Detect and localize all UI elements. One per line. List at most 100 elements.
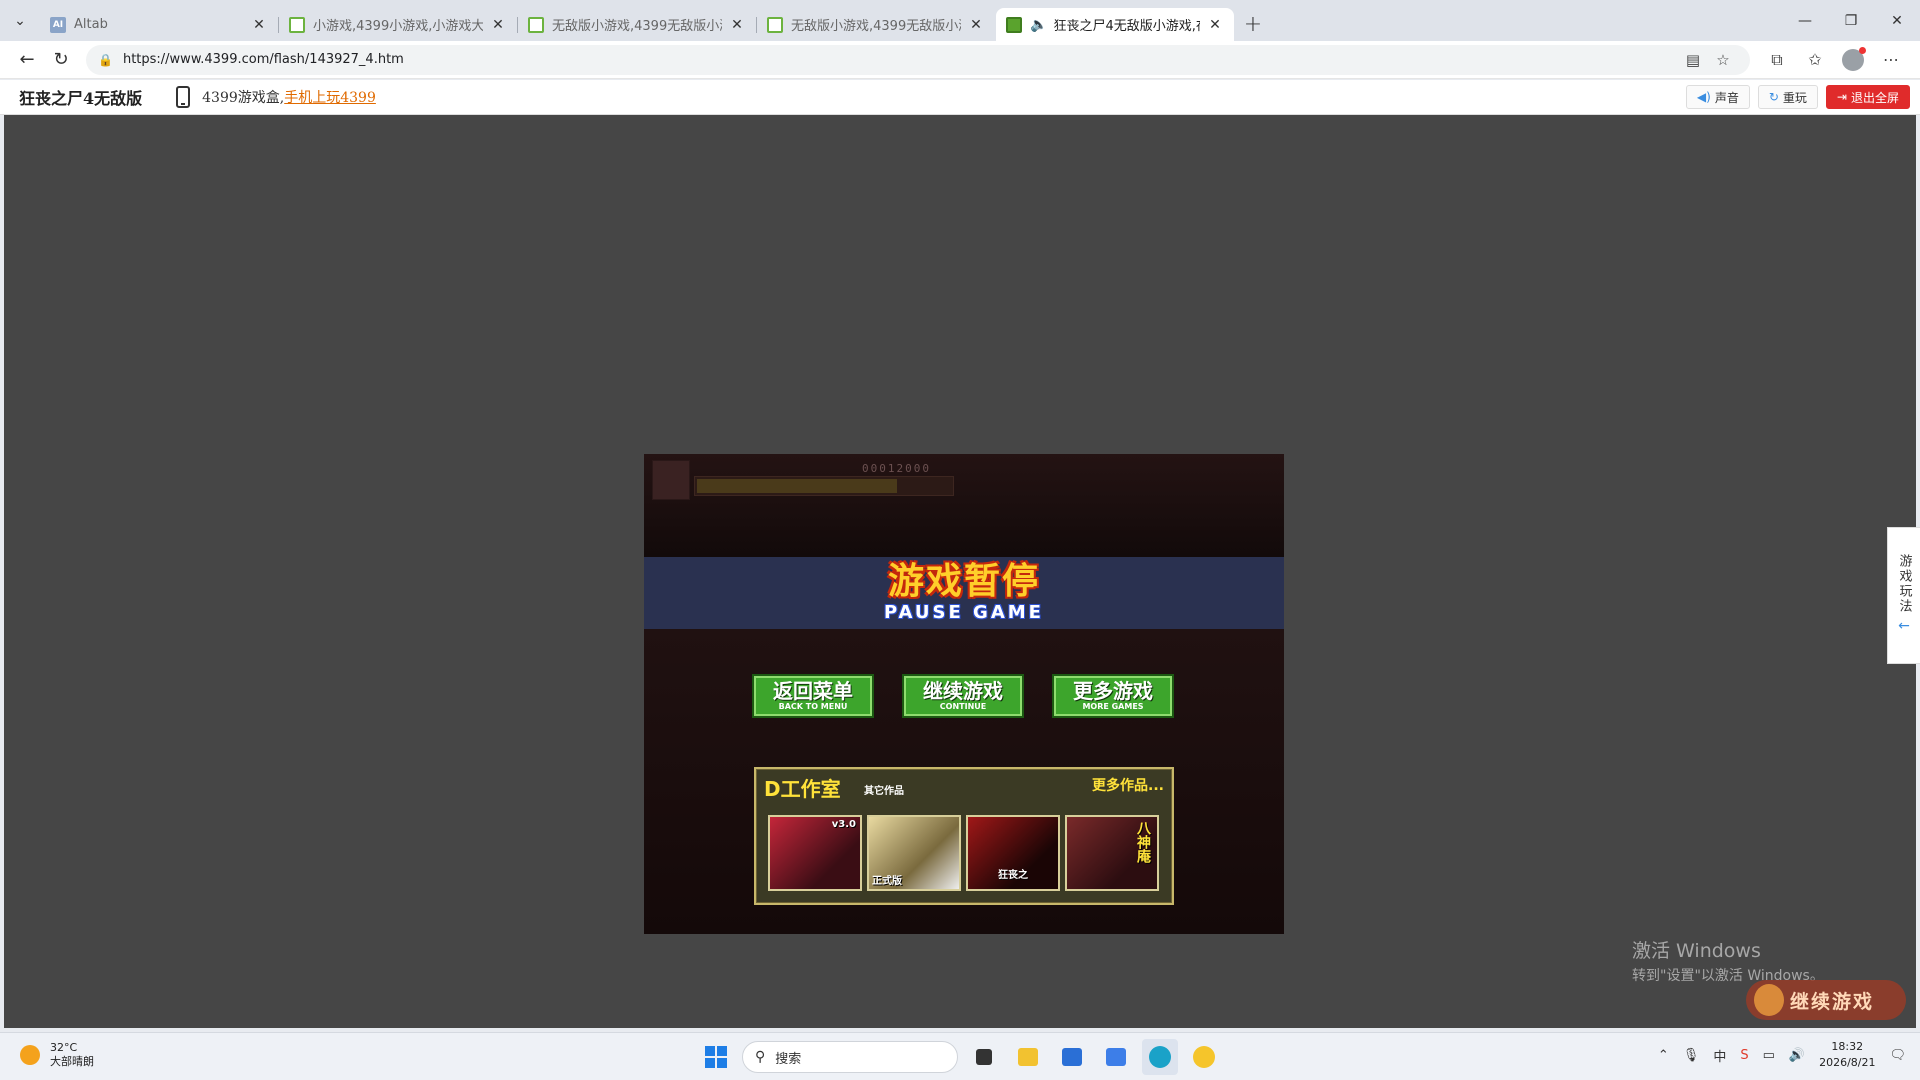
tab-close-icon[interactable]: ✕ xyxy=(1206,17,1224,33)
browser-tab[interactable]: AI Altab ✕ xyxy=(40,8,278,41)
game-scene-top xyxy=(644,454,1284,557)
activation-watermark: 激活 Windows 转到"设置"以激活 Windows。 xyxy=(1632,940,1824,984)
tab-close-icon[interactable]: ✕ xyxy=(967,17,985,33)
exit-fullscreen-button[interactable]: ⇥ 退出全屏 xyxy=(1825,85,1910,109)
volume-icon[interactable]: 🔊 xyxy=(1789,1048,1805,1063)
health-bar xyxy=(694,476,954,496)
profile-avatar[interactable] xyxy=(1842,46,1866,71)
game-app-icon[interactable] xyxy=(1186,1039,1222,1075)
mascot-icon xyxy=(1754,984,1784,1016)
start-windows-icon[interactable] xyxy=(698,1039,734,1075)
speaker-icon: ◀) xyxy=(1696,90,1711,104)
reader-mode-icon[interactable]: ▤ xyxy=(1678,51,1708,69)
close-window-icon[interactable]: ✕ xyxy=(1874,0,1920,41)
game-thumbnail[interactable]: 正式版 xyxy=(867,815,961,891)
task-view-icon[interactable] xyxy=(966,1039,1002,1075)
tab-actions-chevron-icon[interactable]: ⌄ xyxy=(0,0,40,41)
exit-icon: ⇥ xyxy=(1836,90,1847,104)
hud-score: 00012000 xyxy=(862,462,931,475)
extensions-icon[interactable]: ⧉ xyxy=(1758,45,1796,75)
edge-browser-icon[interactable] xyxy=(1142,1039,1178,1075)
arrow-left-icon: ← xyxy=(1898,618,1910,634)
tab-close-icon[interactable]: ✕ xyxy=(728,17,746,33)
search-icon: ⚲ xyxy=(755,1049,766,1065)
restore-icon[interactable]: ❐ xyxy=(1828,0,1874,41)
network-icon[interactable]: ▭ xyxy=(1763,1048,1775,1063)
continue-game-float-button[interactable]: 继续游戏 xyxy=(1746,980,1906,1020)
grid-icon xyxy=(1006,16,1022,33)
browser-toolbar: ← ↻ 🔒 https://www.4399.com/flash/143927_… xyxy=(0,41,1920,79)
new-tab-plus-icon[interactable]: + xyxy=(1235,8,1271,41)
microphone-icon[interactable]: 🎙 xyxy=(1683,1048,1700,1063)
more-options-icon[interactable]: ⋯ xyxy=(1872,45,1910,75)
browser-tab[interactable]: 无敌版小游戏,4399无敌版小游戏,无 ✕ xyxy=(517,8,756,41)
input-method-icon[interactable]: 中 xyxy=(1713,1046,1726,1065)
weather-temp: 32°C xyxy=(50,1041,78,1054)
continue-button[interactable]: 继续游戏 CONTINUE xyxy=(902,674,1024,718)
game-thumbnail[interactable]: 八神庵 xyxy=(1065,815,1159,891)
player-portrait xyxy=(652,460,690,500)
game-stage: 00012000 游戏暂停 PAUSE GAME 返回菜单 BACK TO ME… xyxy=(4,115,1916,1028)
studio-title: D工作室 xyxy=(764,777,841,801)
clock[interactable]: 18:32 2026/8/21 xyxy=(1819,1039,1875,1071)
phone-icon xyxy=(176,86,191,108)
tab-close-icon[interactable]: ✕ xyxy=(250,17,268,33)
game-help-tab[interactable]: 游戏玩法 ← xyxy=(1887,527,1920,664)
system-tray: ⌃ 🎙 中 S ▭ 🔊 18:32 2026/8/21 🗨 xyxy=(1658,1039,1906,1071)
sound-label: 声音 xyxy=(1714,90,1739,105)
tab-title: Altab xyxy=(74,17,108,32)
pause-title-cn: 游戏暂停 xyxy=(887,561,1040,602)
mobile-promo-link[interactable]: 手机上玩4399 xyxy=(284,87,376,107)
search-placeholder: 搜索 xyxy=(775,1051,802,1067)
weather-widget[interactable]: 32°C 大部晴朗 xyxy=(20,1041,94,1069)
sound-button[interactable]: ◀) 声音 xyxy=(1685,85,1750,109)
browser-tab[interactable]: 小游戏,4399小游戏,小游戏大全,双 ✕ xyxy=(278,8,517,41)
more-works-link[interactable]: 更多作品... xyxy=(1092,775,1164,795)
file-explorer-icon[interactable] xyxy=(1010,1039,1046,1075)
replay-button[interactable]: ↻ 重玩 xyxy=(1757,85,1818,109)
grid-icon xyxy=(767,16,783,33)
favorites-icon[interactable]: ✩ xyxy=(1796,45,1834,75)
browser-tab[interactable]: 无敌版小游戏,4399无敌版小游戏,无 ✕ xyxy=(756,8,995,41)
game-thumbnail[interactable]: v3.0 xyxy=(768,815,862,891)
back-to-menu-button[interactable]: 返回菜单 BACK TO MENU xyxy=(752,674,874,718)
whiteboard-icon[interactable] xyxy=(1098,1039,1134,1075)
tab-title: 无敌版小游戏,4399无敌版小游戏,无 xyxy=(791,19,961,34)
game-page-header: 狂丧之尸4无敌版 4399游戏盒, 手机上玩4399 ◀) 声音 ↻ 重玩 ⇥ … xyxy=(0,80,1920,115)
tab-strip: ⌄ AI Altab ✕ 小游戏,4399小游戏,小游戏大全,双 ✕ 无敌版小游… xyxy=(0,0,1920,41)
refresh-icon[interactable]: ↻ xyxy=(44,45,78,75)
chevron-up-icon[interactable]: ⌃ xyxy=(1658,1048,1669,1063)
tab-title: 无敌版小游戏,4399无敌版小游戏,无 xyxy=(552,19,722,34)
antivirus-icon[interactable]: S xyxy=(1740,1048,1748,1063)
tab-title: 狂丧之尸4无敌版小游戏,在线玩 xyxy=(1053,19,1200,34)
url-text[interactable]: https://www.4399.com/flash/143927_4.htm xyxy=(123,52,1678,67)
grid-icon xyxy=(528,16,544,33)
game-canvas[interactable]: 00012000 游戏暂停 PAUSE GAME 返回菜单 BACK TO ME… xyxy=(644,454,1284,934)
minimize-icon[interactable]: — xyxy=(1782,0,1828,41)
notification-icon[interactable]: 🗨 xyxy=(1889,1048,1906,1063)
game-title: 狂丧之尸4无敌版 xyxy=(19,89,143,108)
store-icon[interactable] xyxy=(1054,1039,1090,1075)
lock-icon[interactable]: 🔒 xyxy=(98,53,113,67)
taskbar: 32°C 大部晴朗 ⚲ 搜索 ⌃ 🎙 中 S ▭ 🔊 18:32 2026/8/… xyxy=(0,1032,1920,1080)
tab-close-icon[interactable]: ✕ xyxy=(489,17,507,33)
browser-tab-active[interactable]: 🔈 狂丧之尸4无敌版小游戏,在线玩 ✕ xyxy=(996,8,1234,41)
taskbar-search[interactable]: ⚲ 搜索 xyxy=(742,1041,958,1073)
help-label: 游戏玩法 xyxy=(1896,554,1912,614)
window-controls: — ❐ ✕ xyxy=(1782,0,1920,41)
speaker-icon[interactable]: 🔈 xyxy=(1030,17,1047,33)
replay-icon: ↻ xyxy=(1768,90,1779,104)
address-bar[interactable]: 🔒 https://www.4399.com/flash/143927_4.ht… xyxy=(86,44,1750,75)
weather-sun-icon xyxy=(20,1045,40,1065)
more-games-button[interactable]: 更多游戏 MORE GAMES xyxy=(1052,674,1174,718)
pause-title-en: PAUSE GAME xyxy=(884,602,1044,623)
pause-banner: 游戏暂停 PAUSE GAME xyxy=(644,557,1284,629)
weather-desc: 大部晴朗 xyxy=(50,1055,94,1068)
exit-fullscreen-label: 退出全屏 xyxy=(1850,90,1899,105)
back-arrow-icon[interactable]: ← xyxy=(10,45,44,75)
game-thumbnail[interactable]: 狂丧之 xyxy=(966,815,1060,891)
studio-panel: D工作室 其它作品 更多作品... v3.0 正式版 狂丧之 八神庵 xyxy=(754,767,1174,905)
ai-icon: AI xyxy=(50,16,66,33)
favorite-star-icon[interactable]: ☆ xyxy=(1708,51,1738,69)
tab-title: 小游戏,4399小游戏,小游戏大全,双 xyxy=(313,19,483,34)
